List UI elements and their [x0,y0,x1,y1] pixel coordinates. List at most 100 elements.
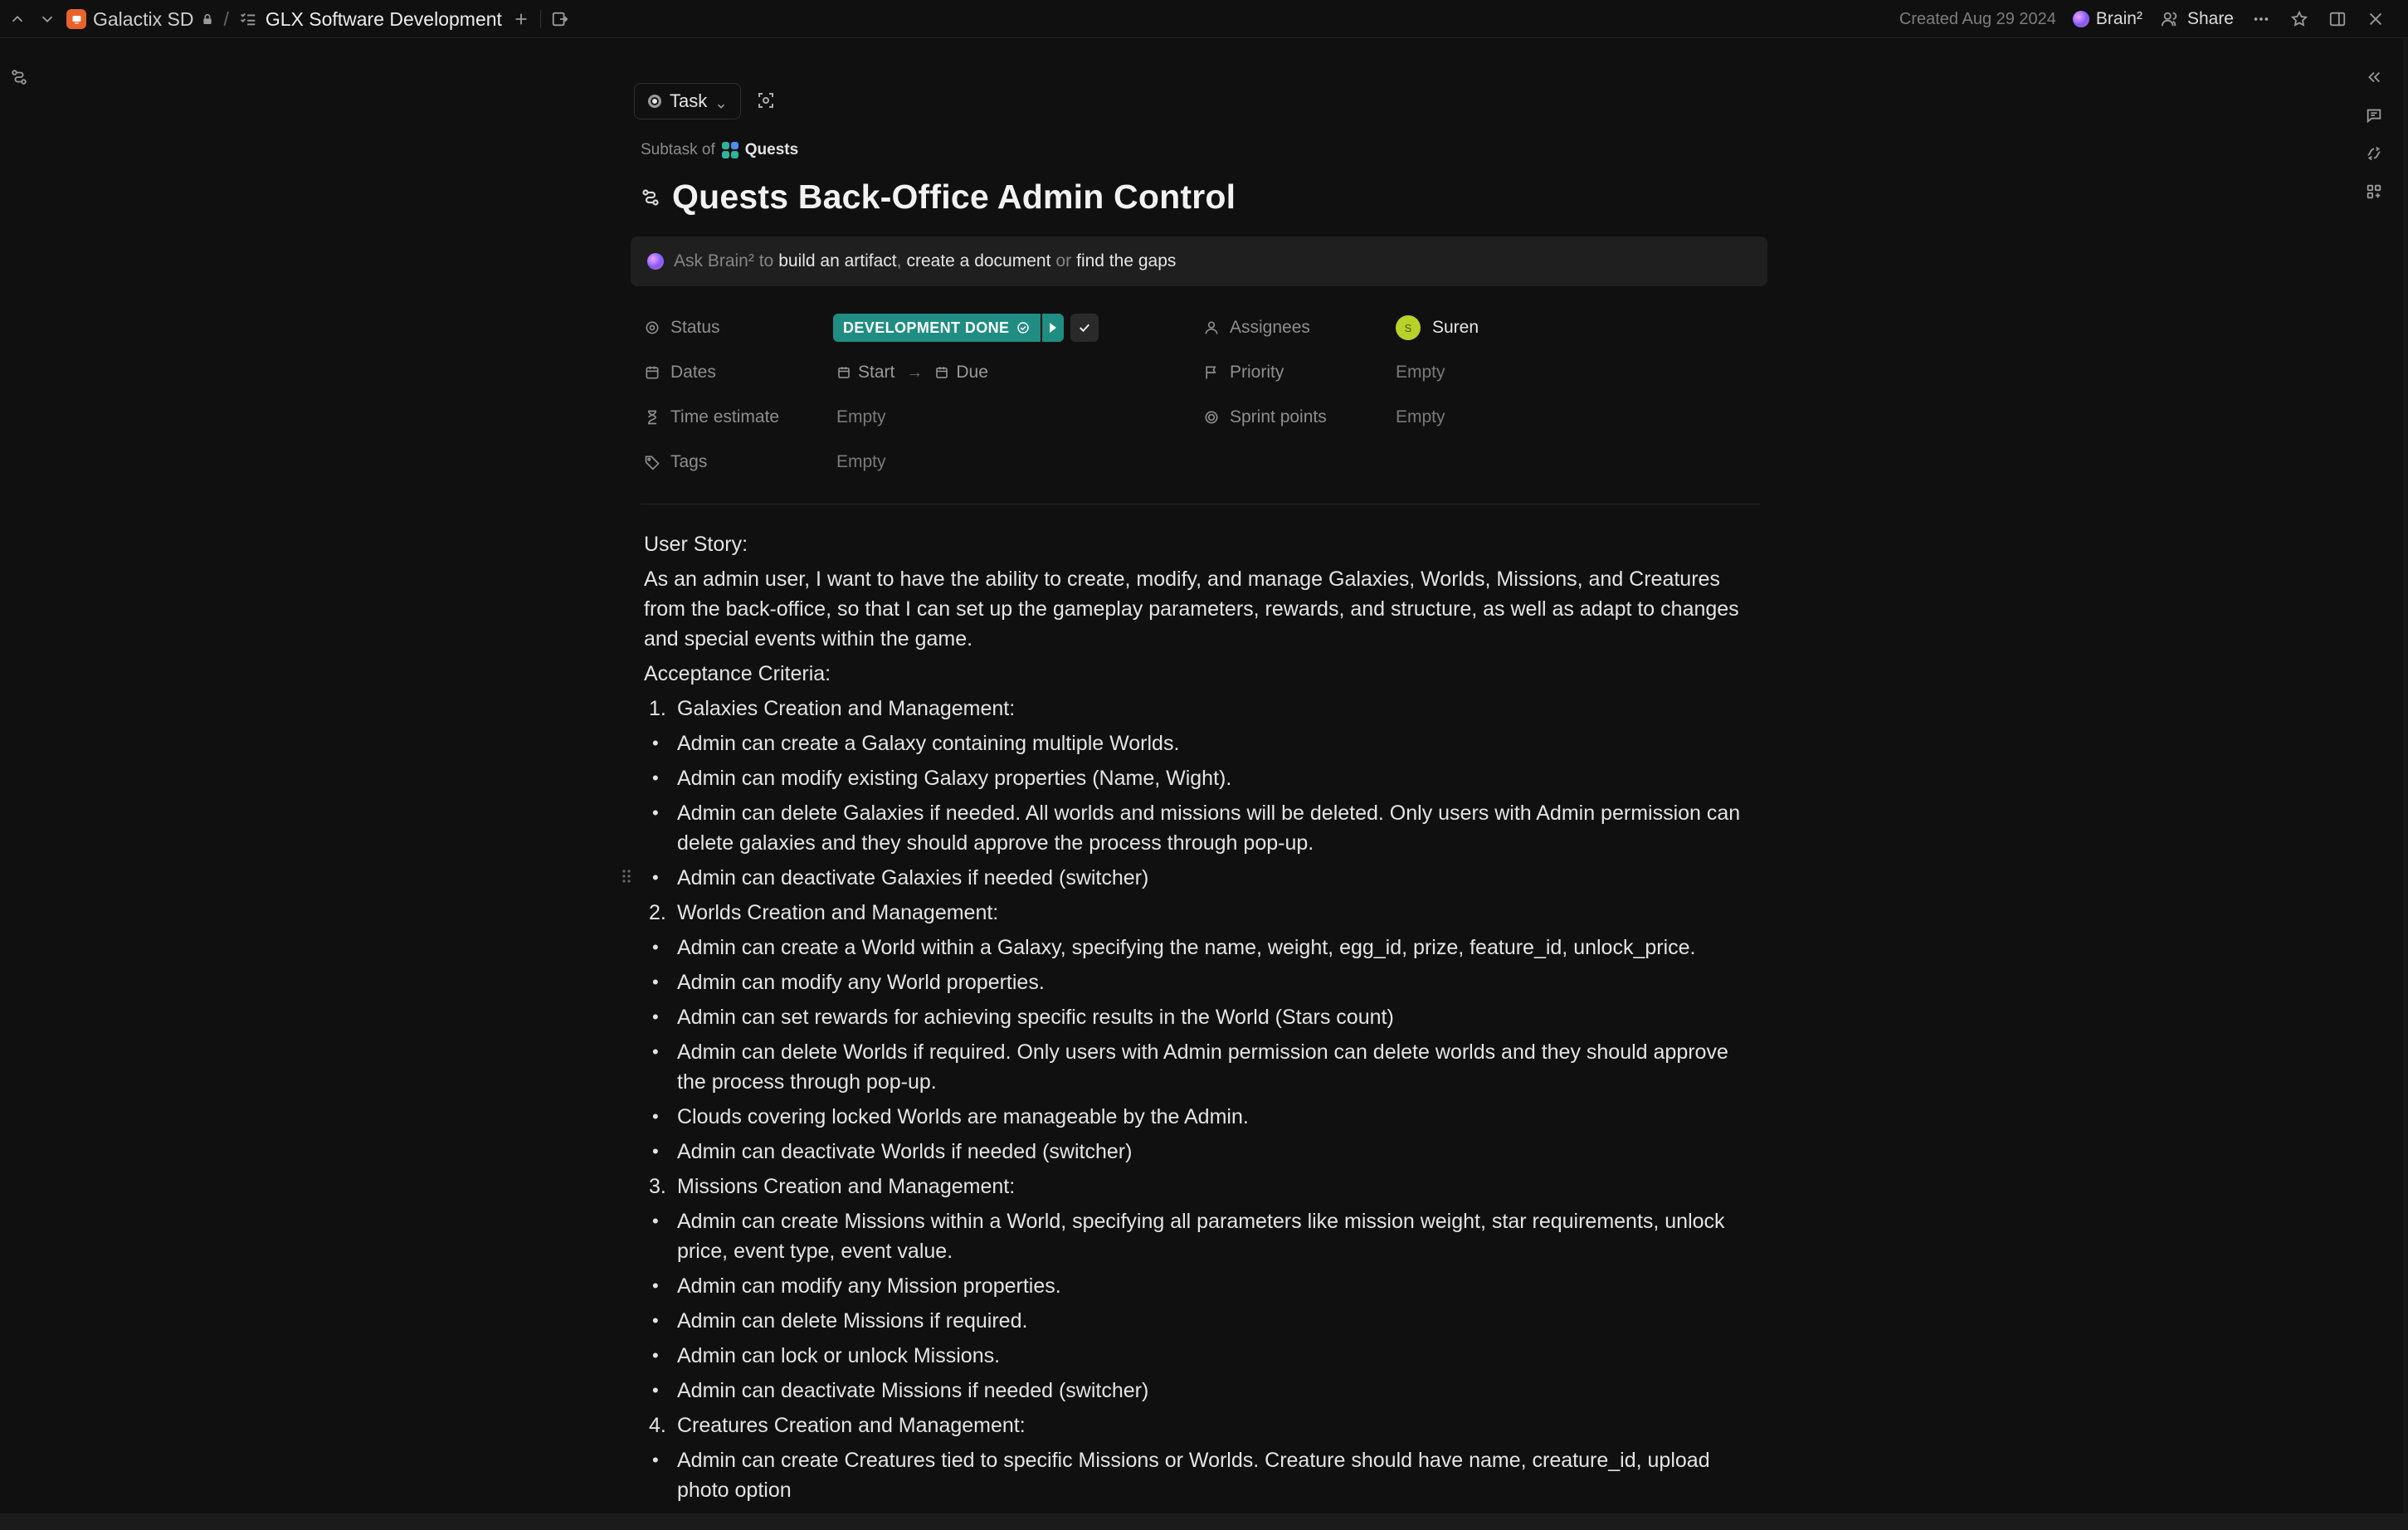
subtask-prefix: Subtask of [641,141,715,158]
list-item: • Admin can create Creatures tied to spec… [652,1449,1710,1502]
breadcrumb: Galactix SD / GLX Software Development [7,0,571,38]
collapse-panel-icon[interactable] [2365,68,2385,88]
apps-icon[interactable] [2365,183,2385,202]
check-circle-icon [1017,322,1030,334]
scan-icon[interactable] [756,90,777,112]
panel-layout-icon[interactable] [2327,8,2348,30]
share-button[interactable]: Share [2159,8,2234,30]
workspace-logo-icon [66,9,86,29]
assignees-value[interactable]: S Suren [1396,315,1479,340]
sprint-points-field: Sprint points Empty [1203,401,1445,434]
task-properties: Status DEVELOPMENT DONE Dates Start → Du… [631,309,1767,489]
task-type-label: Task [670,90,708,111]
plus-icon[interactable] [510,8,532,30]
more-options-icon[interactable] [2250,8,2272,30]
section-heading: 3. Missions Creation and Management: [649,1175,1016,1198]
status-main[interactable]: DEVELOPMENT DONE [833,314,1041,342]
chevron-up-icon[interactable] [7,8,28,30]
list-item: • Admin can create a World within a Galax… [652,936,1696,959]
chevron-down-icon [715,95,727,109]
task-title[interactable]: Quests Back-Office Admin Control [672,178,1236,217]
title-row: Quests Back-Office Admin Control [641,178,1767,217]
start-date[interactable]: Start [836,363,894,382]
brain-icon [2072,11,2089,27]
brain-button[interactable]: Brain² [2072,9,2142,29]
tags-value[interactable]: Empty [836,452,886,472]
dates-label: Dates [644,363,716,382]
move-out-icon[interactable] [549,8,571,30]
ask-brain-bar[interactable]: Ask Brain² to build an artifact, create … [631,236,1767,286]
tags-field: Tags Empty [644,446,886,479]
section-heading: 1. Galaxies Creation and Management: [649,697,1016,720]
list-item: • Admin can modify existing Galaxy proper… [652,767,1232,790]
close-icon[interactable] [2365,8,2386,30]
assignee-name: Suren [1432,318,1479,337]
status-icon [646,321,659,334]
due-date[interactable]: Due [934,363,988,382]
priority-value[interactable]: Empty [1396,363,1445,382]
sprint-points-value[interactable]: Empty [1396,407,1445,427]
status-field: Status DEVELOPMENT DONE [644,311,1099,344]
comments-icon[interactable] [2365,106,2385,126]
top-bar: Galactix SD / GLX Software Development C… [0,0,2408,38]
lock-icon [200,12,215,27]
checklist-icon [237,8,259,30]
subtask-icon [641,188,660,207]
status-text: DEVELOPMENT DONE [843,319,1010,336]
list-item: • Admin can create a Galaxy containing mu… [652,732,1180,755]
time-estimate-value[interactable]: Empty [836,407,886,427]
status-value: DEVELOPMENT DONE [833,314,1099,342]
share-icon [2159,8,2181,30]
brain-label: Brain² [2095,9,2142,28]
calendar-icon [646,366,659,379]
play-icon [1050,323,1057,333]
calendar-start-icon [838,367,850,378]
sprint-points-icon [1205,411,1218,424]
assignees-label: Assignees [1203,318,1310,338]
chevron-down-icon[interactable] [37,8,58,30]
brain-icon [647,253,664,270]
quests-list-icon [721,142,738,158]
list-item: • Admin can deactivate Worlds if needed (… [652,1140,1133,1163]
dates-value[interactable]: Start → Due [836,363,988,382]
section-heading: 4. Creatures Creation and Management: [649,1414,1026,1437]
time-estimate-label: Time estimate [644,407,779,427]
list-item: • Admin can set rewards for achieving spe… [652,1006,1394,1029]
right-rail [2365,68,2385,202]
user-icon [1205,321,1218,334]
share-label: Share [2186,9,2234,28]
parent-task-link[interactable]: Quests [745,141,798,159]
activity-icon[interactable] [2365,144,2385,164]
build-artifact-link[interactable]: build an artifact [778,251,896,271]
task-type-dropdown[interactable]: Task [634,83,742,119]
list-crumb[interactable]: GLX Software Development [237,8,502,31]
task-description[interactable]: User Story: As an admin user, I want to … [622,529,1748,1505]
list-item: • Admin can delete Missions if required. [652,1309,1028,1333]
list-item: • Admin can lock or unlock Missions. [652,1344,1001,1367]
next-status-button[interactable] [1042,314,1065,342]
scrollbar-track[interactable] [2403,38,2408,1530]
priority-label: Priority [1203,363,1284,382]
task-type-row: Task [634,83,1767,119]
task-detail: Task Subtask of Quests Quests Back-Offic… [622,83,1767,1510]
topbar-actions: Created Aug 29 2024 Brain² Share [1899,0,2386,38]
status-pill[interactable]: DEVELOPMENT DONE [833,314,1065,342]
assignees-field: Assignees S Suren [1203,311,1479,344]
status-label: Status [644,318,720,338]
dates-field: Dates Start → Due [644,356,988,389]
arrow-right-icon: → [906,363,924,382]
tag-icon [645,456,660,470]
time-estimate-field: Time estimate Empty [644,401,886,434]
drag-handle-icon[interactable] [621,863,632,883]
workspace-name: Galactix SD [93,7,194,30]
star-icon[interactable] [2289,8,2310,30]
find-gaps-link[interactable]: find the gaps [1076,251,1176,271]
ask-brain-prefix: Ask Brain² to [674,251,774,270]
criteria-heading: Acceptance Criteria: [644,662,831,685]
route-icon[interactable] [10,68,30,88]
hourglass-icon [648,410,657,425]
workspace-crumb[interactable]: Galactix SD [66,8,215,31]
bottom-bar [0,1513,2408,1530]
create-document-link[interactable]: create a document [906,251,1050,271]
complete-button[interactable] [1070,314,1099,342]
